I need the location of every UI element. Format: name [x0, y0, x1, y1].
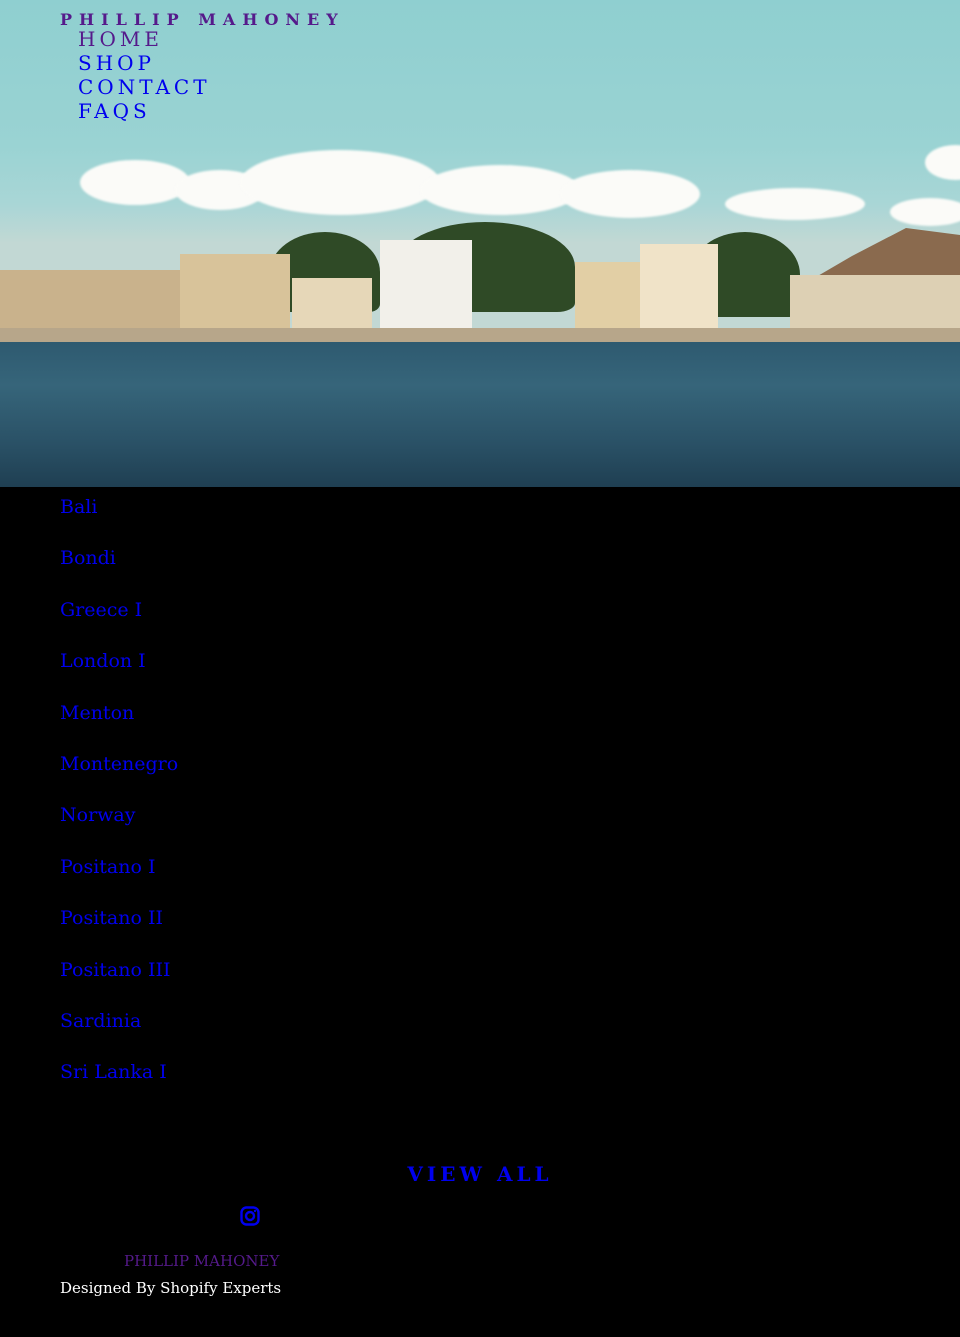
collection-link[interactable]: London I [60, 648, 178, 699]
collection-link[interactable]: Bondi [60, 545, 178, 596]
view-all-container: VIEW ALL [0, 1162, 960, 1186]
collection-link[interactable]: Greece I [60, 597, 178, 648]
collection-link[interactable]: Montenegro [60, 751, 178, 802]
instagram-icon[interactable] [240, 1206, 260, 1226]
nav-home[interactable]: HOME [78, 27, 211, 51]
nav-shop[interactable]: SHOP [78, 51, 211, 75]
main-nav: HOME SHOP CONTACT FAQS [78, 27, 211, 123]
collection-list: Bali Bondi Greece I London I Menton Mont… [60, 494, 178, 1111]
collection-link[interactable]: Menton [60, 700, 178, 751]
collection-link[interactable]: Positano I [60, 854, 178, 905]
collection-link[interactable]: Sardinia [60, 1008, 178, 1059]
collection-link[interactable]: Positano III [60, 957, 178, 1008]
footer-credit: Designed By Shopify Experts [60, 1279, 282, 1297]
nav-contact[interactable]: CONTACT [78, 75, 211, 99]
collection-link[interactable]: Bali [60, 494, 178, 545]
view-all-link[interactable]: VIEW ALL [407, 1162, 552, 1186]
collection-link[interactable]: Sri Lanka I [60, 1059, 178, 1110]
nav-faqs[interactable]: FAQS [78, 99, 211, 123]
footer-brand-link[interactable]: PHILLIP MAHONEY [124, 1252, 279, 1270]
collection-link[interactable]: Positano II [60, 905, 178, 956]
collection-link[interactable]: Norway [60, 802, 178, 853]
